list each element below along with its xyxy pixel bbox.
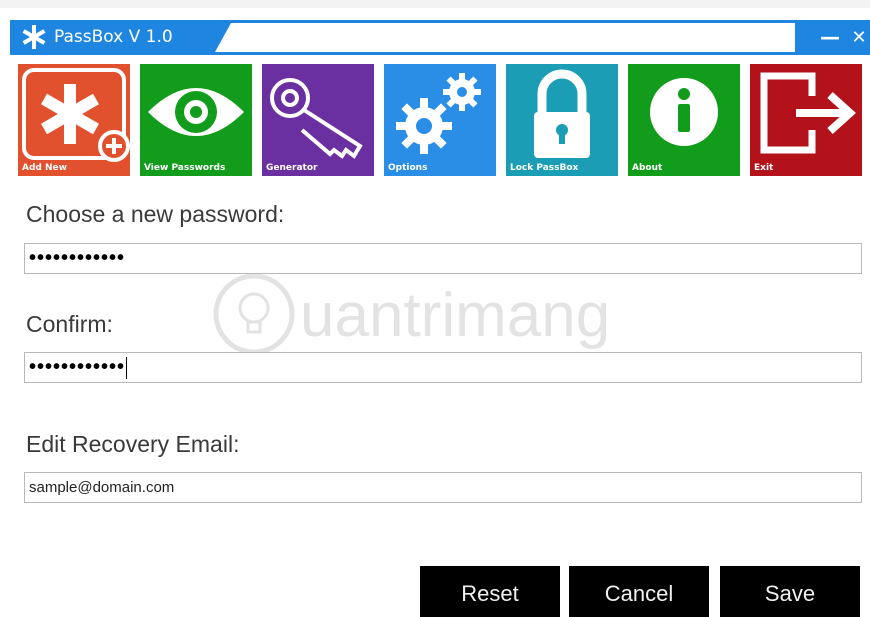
view-passwords-tile[interactable]: View Passwords — [140, 64, 252, 176]
confirm-label: Confirm: — [26, 311, 113, 337]
padlock-icon — [534, 69, 590, 158]
view-passwords-label: View Passwords — [144, 163, 226, 173]
text-caret — [126, 356, 128, 379]
about-tile[interactable]: About — [628, 64, 740, 176]
close-button[interactable]: ✕ — [848, 20, 870, 55]
about-label: About — [632, 163, 663, 173]
new-password-label: Choose a new password: — [26, 201, 285, 227]
add-new-tile[interactable]: Add New — [18, 64, 130, 176]
key-icon — [270, 78, 363, 159]
confirm-password-field[interactable]: •••••••••••• — [24, 352, 862, 383]
generator-label: Generator — [266, 163, 318, 173]
options-tile[interactable]: Options — [384, 64, 496, 176]
lock-passbox-label: Lock PassBox — [510, 163, 579, 173]
new-password-field[interactable]: •••••••••••• — [24, 243, 862, 274]
cancel-button[interactable]: Cancel — [569, 566, 709, 617]
asterisk-icon — [22, 25, 46, 49]
title-bar: PassBox V 1.0 — ✕ — [10, 20, 870, 55]
eye-icon — [148, 88, 244, 136]
exit-label: Exit — [754, 163, 774, 173]
gears-icon — [396, 73, 481, 154]
asterisk-plus-icon — [22, 68, 130, 162]
exit-tile[interactable]: Exit — [750, 64, 862, 176]
recovery-email-label: Edit Recovery Email: — [26, 431, 240, 457]
recovery-email-field[interactable]: sample@domain.com — [24, 472, 862, 503]
options-label: Options — [388, 163, 428, 173]
title-search-field[interactable] — [215, 23, 795, 52]
watermark-text: uantrimang — [300, 281, 611, 350]
confirm-password-value: •••••••••••• — [29, 356, 126, 378]
minimize-button[interactable]: — — [815, 20, 845, 55]
top-strip — [0, 0, 870, 8]
add-new-label: Add New — [22, 163, 67, 173]
save-button[interactable]: Save — [720, 566, 860, 617]
lock-passbox-tile[interactable]: Lock PassBox — [506, 64, 618, 176]
generator-tile[interactable]: Generator — [262, 64, 374, 176]
recovery-email-value: sample@domain.com — [29, 479, 175, 496]
new-password-value: •••••••••••• — [29, 247, 126, 269]
window-title: PassBox V 1.0 — [54, 27, 173, 47]
reset-button[interactable]: Reset — [420, 566, 560, 617]
info-icon — [650, 78, 718, 146]
exit-icon — [760, 72, 856, 154]
